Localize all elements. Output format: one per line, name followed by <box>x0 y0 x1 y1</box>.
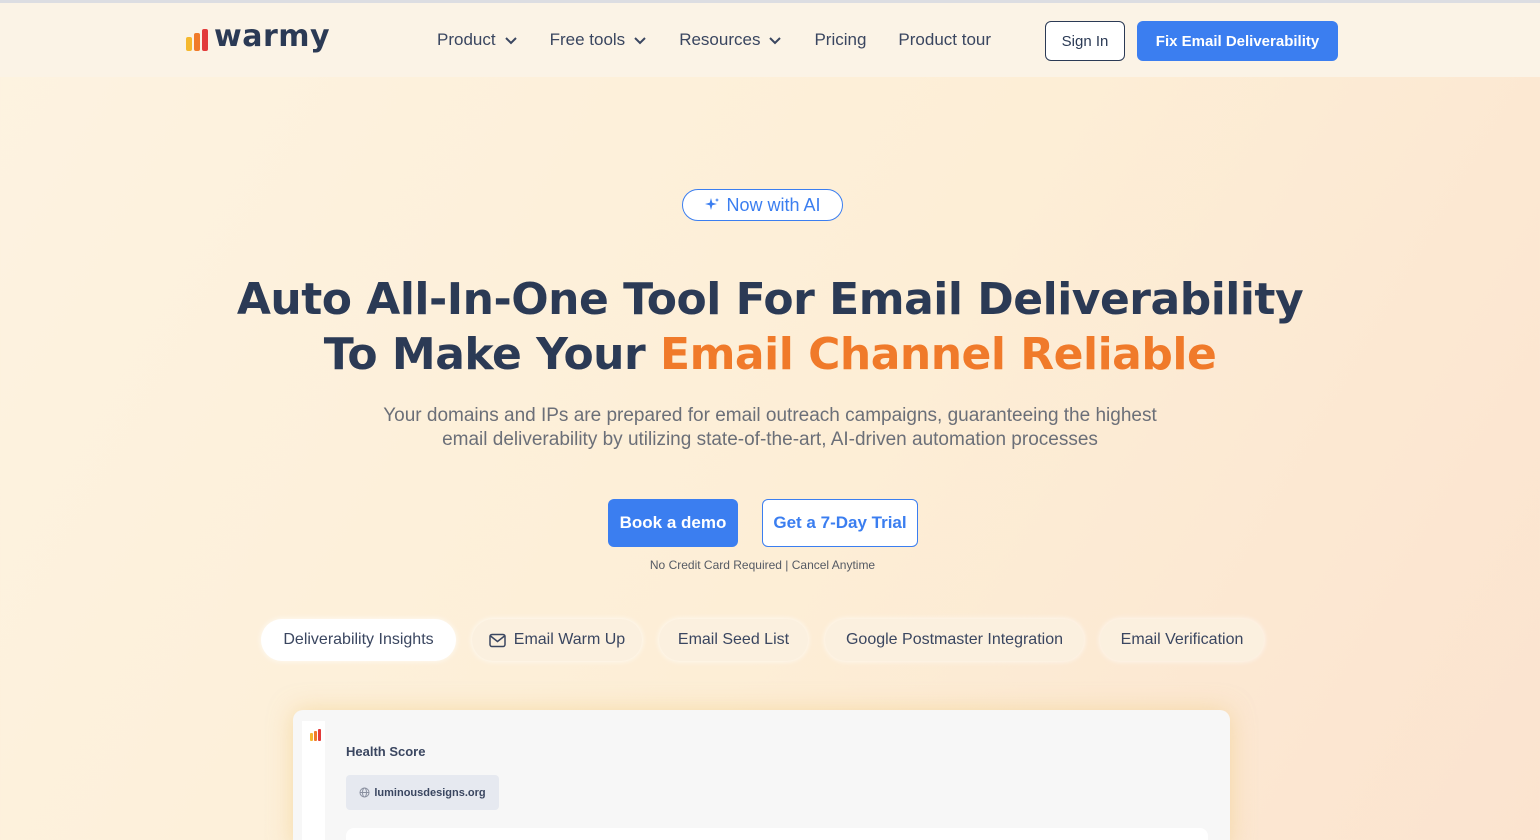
nav-pricing[interactable]: Pricing <box>814 30 866 50</box>
nav-pricing-label: Pricing <box>814 30 867 49</box>
domain-label: luminousdesigns.org <box>374 786 486 799</box>
fix-deliverability-button[interactable]: Fix Email Deliverability <box>1137 21 1338 61</box>
sparkle-icon <box>705 198 720 210</box>
trial-button[interactable]: Get a 7-Day Trial <box>762 499 918 547</box>
sign-in-button[interactable]: Sign In <box>1045 21 1125 61</box>
badge-label: Now with AI <box>726 194 821 215</box>
nav-free-tools[interactable]: Free tools <box>550 30 648 50</box>
nav-resources-label: Resources <box>679 30 761 49</box>
globe-icon <box>359 787 370 798</box>
preview-panel <box>346 828 1208 840</box>
logo[interactable]: warmy <box>186 19 330 54</box>
tab-deliverability-insights[interactable]: Deliverability Insights <box>261 619 456 661</box>
nav-product[interactable]: Product <box>437 30 518 50</box>
nav-free-tools-label: Free tools <box>549 30 626 49</box>
tab-label: Email Seed List <box>677 631 790 648</box>
tab-label: Google Postmaster Integration <box>845 631 1063 648</box>
hero-title-line2-prefix: To Make Your <box>323 329 661 380</box>
tab-email-warm-up[interactable]: Email Warm Up <box>472 619 642 661</box>
nav-product-tour-label: Product tour <box>898 30 992 49</box>
main-nav: Product Free tools Resources Pricing Pro… <box>437 30 991 50</box>
domain-selector[interactable]: luminousdesigns.org <box>346 775 499 810</box>
chevron-down-icon <box>769 37 782 45</box>
feature-tabs: Deliverability Insights Email Warm Up Em… <box>0 619 1540 661</box>
nav-product-label: Product <box>437 30 496 49</box>
preview-logo-icon <box>310 729 321 741</box>
tab-label: Deliverability Insights <box>283 631 434 648</box>
tab-label: Email Warm Up <box>513 631 626 648</box>
hero-subtitle-line1: Your domains and IPs are prepared for em… <box>383 405 1157 426</box>
nav-resources[interactable]: Resources <box>679 30 782 50</box>
now-with-ai-badge[interactable]: Now with AI <box>682 189 843 221</box>
health-score-title: Health Score <box>346 744 426 759</box>
hero-subtitle: Your domains and IPs are prepared for em… <box>320 404 1220 452</box>
book-demo-button[interactable]: Book a demo <box>608 499 738 547</box>
nav-product-tour[interactable]: Product tour <box>898 30 991 50</box>
tab-email-verification[interactable]: Email Verification <box>1100 619 1264 661</box>
tab-email-seed-list[interactable]: Email Seed List <box>659 619 808 661</box>
logo-text: warmy <box>214 19 331 54</box>
logo-bars-icon <box>186 28 208 51</box>
hero-title-line1: Auto All-In-One Tool For Email Deliverab… <box>236 274 1304 325</box>
mail-icon <box>489 633 506 647</box>
trial-note: No Credit Card Required | Cancel Anytime <box>649 558 876 572</box>
site-header: warmy Product Free tools Resources Prici… <box>0 3 1540 77</box>
tab-google-postmaster[interactable]: Google Postmaster Integration <box>825 619 1084 661</box>
hero-title-accent: Email Channel Reliable <box>660 329 1217 380</box>
tab-label: Email Verification <box>1120 631 1244 648</box>
hero-subtitle-line2: email deliverability by utilizing state-… <box>442 429 1098 450</box>
chevron-down-icon <box>634 37 646 45</box>
dashboard-preview: Health Score luminousdesigns.org <box>293 710 1230 840</box>
hero-title: Auto All-In-One Tool For Email Deliverab… <box>0 272 1540 382</box>
chevron-down-icon <box>504 37 517 45</box>
